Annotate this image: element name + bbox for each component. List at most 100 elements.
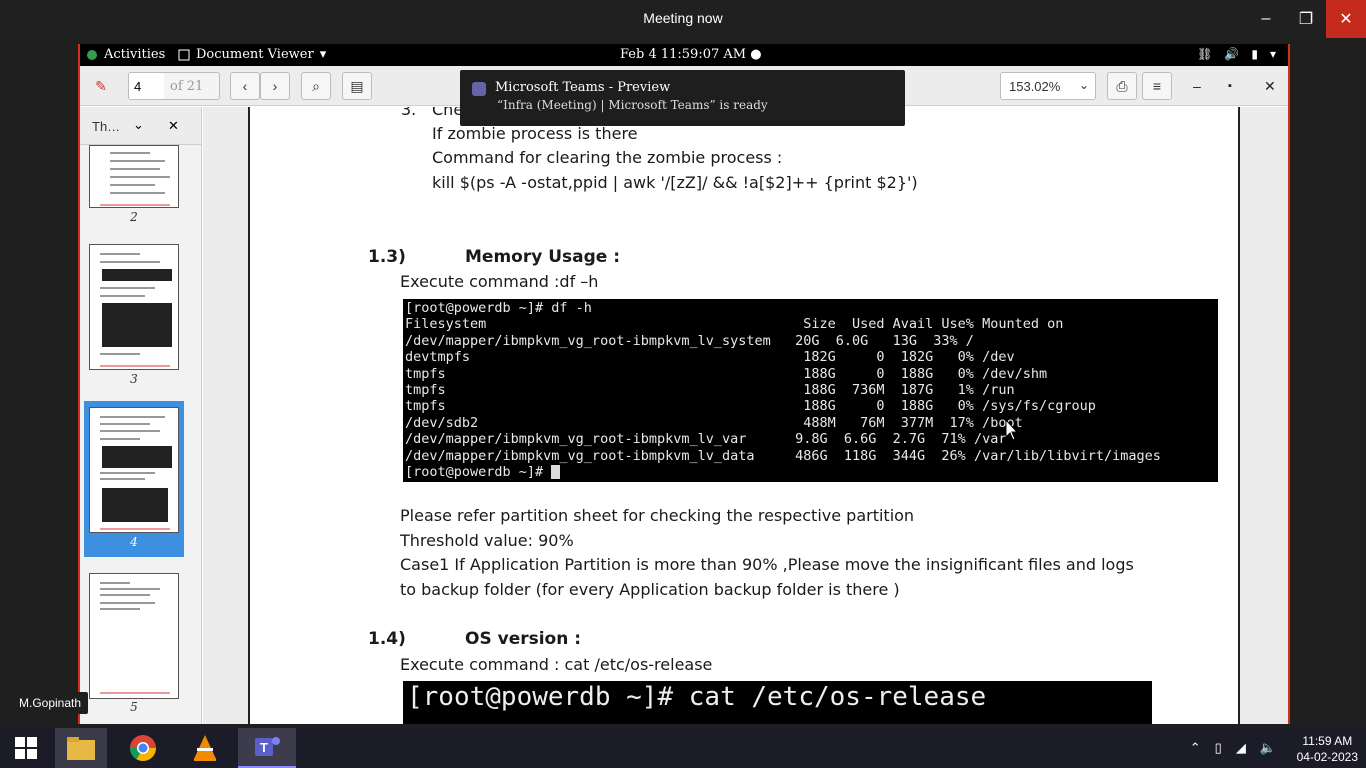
terminal-line: [root@powerdb ~]# df -h — [405, 300, 592, 316]
document-icon: ✎ — [95, 77, 107, 94]
time: 11:59 AM — [1302, 734, 1353, 748]
thumbnail-page-5[interactable]: 5 — [80, 565, 201, 721]
list-item-heading: Che — [432, 107, 464, 119]
minimize-button[interactable]: – — [1246, 0, 1286, 38]
terminal-line: /dev/mapper/ibmpkvm_vg_root-ibmpkvm_lv_s… — [405, 332, 974, 349]
activities-label: Activities — [104, 47, 166, 62]
menu-button[interactable]: ≡ — [1142, 72, 1172, 100]
taskbar-file-explorer[interactable] — [55, 728, 107, 768]
text-line: Case1 If Application Partition is more t… — [400, 555, 1134, 574]
sidebar-mode-label[interactable]: Th… — [92, 119, 120, 134]
page-view-button[interactable]: ⎙ — [1107, 72, 1137, 100]
thumbnail-number: 5 — [130, 700, 138, 714]
system-tray[interactable]: ⛓ 🔊 ▮ ▾ — [1197, 47, 1276, 61]
search-button[interactable]: ⌕ — [301, 72, 331, 100]
folder-icon — [67, 737, 95, 760]
terminal-line: /dev/mapper/ibmpkvm_vg_root-ibmpkvm_lv_d… — [405, 447, 1161, 464]
teams-icon — [472, 82, 486, 96]
svg-text:T: T — [260, 740, 268, 755]
notification-title: Microsoft Teams - Preview — [495, 80, 671, 95]
text-line: Threshold value: 90% — [400, 531, 574, 550]
text-line: Please refer partition sheet for checkin… — [400, 506, 915, 525]
thumbnail-number: 2 — [130, 210, 138, 224]
network-icon[interactable]: ◢ — [1236, 740, 1246, 756]
close-icon[interactable]: ✕ — [1264, 78, 1276, 95]
document-area[interactable]: 3. Che If zombie process is there Comman… — [203, 107, 1288, 724]
terminal-line: tmpfs 188G 0 188G 0% /sys/fs/cgroup — [405, 398, 1096, 415]
system-tray-icons[interactable]: ⌃ ▯ ◢ 🔈 — [1190, 740, 1276, 756]
text-line: Execute command :df –h — [400, 272, 599, 291]
section-number: 1.3) — [368, 247, 406, 267]
battery-icon: ▮ — [1251, 47, 1258, 61]
taskbar-teams[interactable]: T — [238, 728, 296, 768]
chevron-down-icon[interactable]: ⌄ — [133, 117, 144, 133]
taskbar: T ⌃ ▯ ◢ 🔈 11:59 AM 04-02-2023 — [0, 728, 1366, 768]
terminal-line: /dev/mapper/ibmpkvm_vg_root-ibmpkvm_lv_v… — [405, 431, 1007, 448]
start-button[interactable] — [0, 728, 52, 768]
participant-name-tag: M.Gopinath — [12, 692, 89, 714]
thumbnail-number: 3 — [130, 372, 138, 386]
chevron-down-icon: ▾ — [1269, 47, 1276, 61]
meeting-title: Meeting now — [643, 10, 723, 26]
network-icon: ⛓ — [1197, 47, 1213, 61]
annotate-button[interactable]: ▤ — [342, 72, 372, 100]
text-line: Execute command : cat /etc/os-release — [400, 655, 713, 674]
thumbnail-page-3[interactable]: 3 — [80, 235, 201, 391]
chrome-icon — [129, 735, 157, 762]
thumbnail-page-4[interactable]: 4 — [84, 401, 184, 557]
battery-icon[interactable]: ▯ — [1215, 740, 1222, 756]
terminal-line: tmpfs 188G 736M 187G 1% /run — [405, 382, 1015, 399]
vlc-icon — [194, 735, 216, 761]
terminal-cursor — [551, 465, 561, 480]
command-line: kill $(ps -A -ostat,ppid | awk '/[zZ]/ &… — [432, 173, 918, 192]
terminal-line: /dev/sdb2 488M 76M 377M 17% /boot — [405, 414, 1023, 431]
taskbar-chrome[interactable] — [117, 728, 169, 768]
teams-icon: T — [255, 737, 280, 756]
text-line: Command for clearing the zombie process … — [432, 148, 783, 167]
terminal-line: [root@powerdb ~]# cat /etc/os-release — [407, 682, 987, 712]
maximize-icon[interactable]: ▪ — [1228, 80, 1232, 92]
chevron-up-icon[interactable]: ⌃ — [1190, 740, 1201, 756]
zoom-value: 153.02% — [1009, 79, 1061, 94]
windows-icon — [15, 737, 37, 759]
document-viewer-icon — [178, 49, 190, 60]
close-button[interactable]: ✕ — [1326, 0, 1366, 38]
zoom-select[interactable]: 153.02% ⌄ — [1000, 72, 1096, 100]
sidebar-header: Th… ⌄ ✕ — [80, 107, 201, 145]
notification-body: “Infra (Meeting) | Microsoft Teams” is r… — [497, 98, 768, 112]
page-number-input[interactable] — [128, 72, 165, 100]
close-icon[interactable]: ✕ — [168, 118, 179, 134]
app-menu[interactable]: Document Viewer ▾ — [178, 47, 326, 62]
text-line: to backup folder (for every Application … — [400, 580, 900, 599]
taskbar-clock[interactable]: 11:59 AM 04-02-2023 — [1297, 733, 1358, 765]
clock[interactable]: Feb 4 11:59:07 AM ● — [620, 47, 762, 62]
teams-notification[interactable]: Microsoft Teams - Preview “Infra (Meetin… — [460, 70, 905, 126]
terminal-line: devtmpfs 182G 0 182G 0% /dev — [405, 349, 1015, 366]
next-page-button[interactable]: › — [260, 72, 290, 100]
taskbar-vlc[interactable] — [179, 728, 231, 768]
volume-icon[interactable]: 🔈 — [1260, 740, 1276, 756]
text-line: If zombie process is there — [432, 124, 638, 143]
terminal-screenshot: [root@powerdb ~]# df -h Filesystem Size U… — [403, 299, 1218, 482]
terminal-line: Filesystem Size Used Avail Use% Mounted … — [405, 316, 1064, 333]
thumbnail-image — [89, 145, 179, 208]
volume-icon: 🔊 — [1224, 47, 1240, 61]
page-count: of 21 — [164, 72, 220, 100]
minimize-icon[interactable]: – — [1193, 78, 1201, 94]
activities-button[interactable]: Activities — [86, 47, 165, 62]
document-page: 3. Che If zombie process is there Comman… — [248, 107, 1240, 724]
thumbnail-image — [89, 407, 179, 533]
section-title: Memory Usage : — [465, 247, 621, 267]
restore-button[interactable]: ❐ — [1286, 0, 1326, 38]
previous-page-button[interactable]: ‹ — [230, 72, 260, 100]
chevron-down-icon: ▾ — [319, 47, 327, 62]
meeting-title-bar: Meeting now – ❐ ✕ — [0, 0, 1366, 38]
section-number: 1.4) — [368, 629, 406, 649]
thumbnail-image — [89, 573, 179, 699]
list-number: 3. — [401, 107, 417, 119]
chevron-down-icon: ⌄ — [1078, 78, 1089, 92]
terminal-prompt: [root@powerdb ~]# — [405, 464, 552, 481]
app-menu-label: Document Viewer — [196, 47, 314, 62]
thumbnail-sidebar: Th… ⌄ ✕ 2 3 4 5 — [80, 107, 202, 724]
section-title: OS version : — [465, 629, 582, 649]
